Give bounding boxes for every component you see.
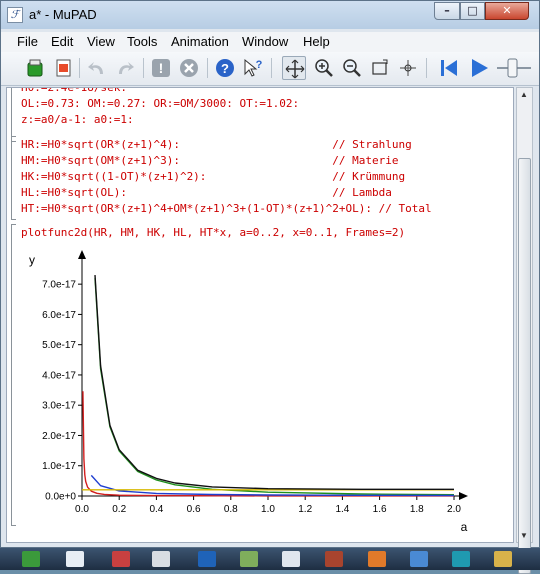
svg-text:!: ! <box>159 60 164 76</box>
animation-slider[interactable] <box>497 56 533 80</box>
close-button[interactable]: ✕ <box>485 2 529 20</box>
input-region-bracket <box>11 136 16 220</box>
x-tick-label: 0.8 <box>224 504 238 515</box>
evaluate-icon[interactable]: ! <box>149 56 173 80</box>
svg-text:?: ? <box>256 59 263 71</box>
animation-play-icon[interactable] <box>467 56 491 80</box>
open-file-icon[interactable] <box>51 56 75 80</box>
x-axis-label: a <box>461 520 468 534</box>
taskbar-app-icon[interactable] <box>22 551 40 567</box>
input-line[interactable]: H0:=2.4e-18/sek: <box>21 88 127 96</box>
x-tick-label: 1.0 <box>261 504 275 515</box>
zoom-out-icon[interactable] <box>340 56 364 80</box>
x-tick-label: 1.8 <box>410 504 424 515</box>
y-tick-label: 4.0e-17 <box>42 370 76 381</box>
y-axis-label: y <box>29 253 35 267</box>
x-axis-arrow <box>459 492 468 500</box>
taskbar-app-icon[interactable] <box>112 551 130 567</box>
taskbar-app-icon[interactable] <box>452 551 470 567</box>
menu-edit[interactable]: Edit <box>51 34 73 49</box>
y-tick-label: 6.0e-17 <box>42 310 76 321</box>
scroll-down-arrow-icon[interactable]: ▼ <box>520 531 528 540</box>
notebook-area[interactable]: H0:=2.4e-18/sek: OL:=0.73: OM:=0.27: OR:… <box>6 87 514 543</box>
svg-text:?: ? <box>221 61 229 76</box>
menu-bar: File Edit View Tools Animation Window He… <box>1 32 539 52</box>
x-tick-label: 0.2 <box>112 504 126 515</box>
x-tick-label: 0.0 <box>75 504 89 515</box>
input-line[interactable]: HR:=H0*sqrt(OR*(z+1)^4): // Strahlung <box>21 137 412 153</box>
toolbar-separator <box>426 58 427 78</box>
window-title: a* - MuPAD <box>29 7 97 22</box>
taskbar-app-icon[interactable] <box>66 551 84 567</box>
menu-view[interactable]: View <box>87 34 115 49</box>
taskbar-app-icon[interactable] <box>152 551 170 567</box>
x-tick-label: 0.6 <box>187 504 201 515</box>
y-tick-label: 0.0e+0 <box>45 492 76 503</box>
menu-tools[interactable]: Tools <box>127 34 157 49</box>
y-tick-label: 7.0e-17 <box>42 280 76 291</box>
zoom-in-icon[interactable] <box>312 56 336 80</box>
scroll-up-arrow-icon[interactable]: ▲ <box>520 90 528 99</box>
input-line[interactable]: HT:=H0*sqrt(OR*(z+1)^4+OM*(z+1)^3+(1-OT)… <box>21 201 432 217</box>
y-tick-label: 2.0e-17 <box>42 431 76 442</box>
input-region-bracket <box>11 224 16 526</box>
help-icon[interactable]: ? <box>213 56 237 80</box>
x-tick-label: 1.4 <box>335 504 349 515</box>
taskbar-app-icon[interactable] <box>494 551 512 567</box>
new-notebook-icon[interactable] <box>23 56 47 80</box>
maximize-button[interactable]: □ <box>460 2 485 20</box>
x-tick-label: 1.2 <box>298 504 312 515</box>
redo-icon[interactable] <box>113 56 137 80</box>
context-help-icon[interactable]: ? <box>241 56 265 80</box>
y-axis-arrow <box>78 250 86 259</box>
input-region-bracket <box>11 88 16 142</box>
menu-window[interactable]: Window <box>242 34 288 49</box>
y-tick-label: 1.0e-17 <box>42 461 76 472</box>
y-tick-label: 5.0e-17 <box>42 340 76 351</box>
animation-start-icon[interactable] <box>437 56 461 80</box>
zoom-box-icon[interactable] <box>368 56 392 80</box>
stop-icon[interactable] <box>177 56 201 80</box>
taskbar-app-icon[interactable] <box>282 551 300 567</box>
taskbar-app-icon[interactable] <box>368 551 386 567</box>
vertical-scrollbar[interactable]: ▲ ▼ <box>516 87 533 574</box>
plot-output[interactable]: 0.0 0.2 0.4 0.6 0.8 1.0 1.2 1.4 1.6 1.8 2.0 0.0e+0 1… <box>17 246 487 541</box>
title-bar[interactable]: ℱ a* - MuPAD – □ ✕ <box>1 1 539 29</box>
mupad-window: ℱ a* - MuPAD – □ ✕ File Edit View Tools … <box>0 0 540 574</box>
series-line-1 <box>94 278 455 496</box>
undo-icon[interactable] <box>85 56 109 80</box>
input-line[interactable]: OL:=0.73: OM:=0.27: OR:=OM/3000: OT:=1.0… <box>21 96 299 112</box>
y-tick-label: 3.0e-17 <box>42 401 76 412</box>
menu-file[interactable]: File <box>17 34 38 49</box>
input-line[interactable]: HL:=H0*sqrt(OL): // Lambda <box>21 185 392 201</box>
rotate-view-icon[interactable] <box>396 56 420 80</box>
series-line-0 <box>82 391 454 497</box>
toolbar-separator <box>79 58 80 78</box>
toolbar-separator <box>143 58 144 78</box>
input-line[interactable]: z:=a0/a-1: a0:=1: <box>21 112 134 128</box>
move-tool-icon[interactable] <box>282 56 306 80</box>
toolbar: ! ? ? <box>1 52 539 86</box>
taskbar-app-icon[interactable] <box>240 551 258 567</box>
menu-help[interactable]: Help <box>303 34 330 49</box>
input-line[interactable]: HM:=H0*sqrt(OM*(z+1)^3): // Materie <box>21 153 399 169</box>
menu-animation[interactable]: Animation <box>171 34 229 49</box>
x-tick-label: 0.4 <box>149 504 163 515</box>
scrollbar-thumb[interactable] <box>518 158 531 574</box>
series-line-4 <box>94 275 454 491</box>
x-tick-label: 2.0 <box>447 504 461 515</box>
taskbar-app-icon[interactable] <box>198 551 216 567</box>
taskbar-app-icon[interactable] <box>325 551 343 567</box>
input-line[interactable]: plotfunc2d(HR, HM, HK, HL, HT*x, a=0..2,… <box>21 225 405 241</box>
mupad-app-icon[interactable]: ℱ <box>7 7 23 23</box>
minimize-button[interactable]: – <box>434 2 460 20</box>
taskbar <box>0 548 540 570</box>
taskbar-app-icon[interactable] <box>410 551 428 567</box>
input-line[interactable]: HK:=H0*sqrt((1-OT)*(z+1)^2): // Krümmung <box>21 169 405 185</box>
toolbar-separator <box>207 58 208 78</box>
x-tick-label: 1.6 <box>373 504 387 515</box>
toolbar-separator <box>271 58 272 78</box>
